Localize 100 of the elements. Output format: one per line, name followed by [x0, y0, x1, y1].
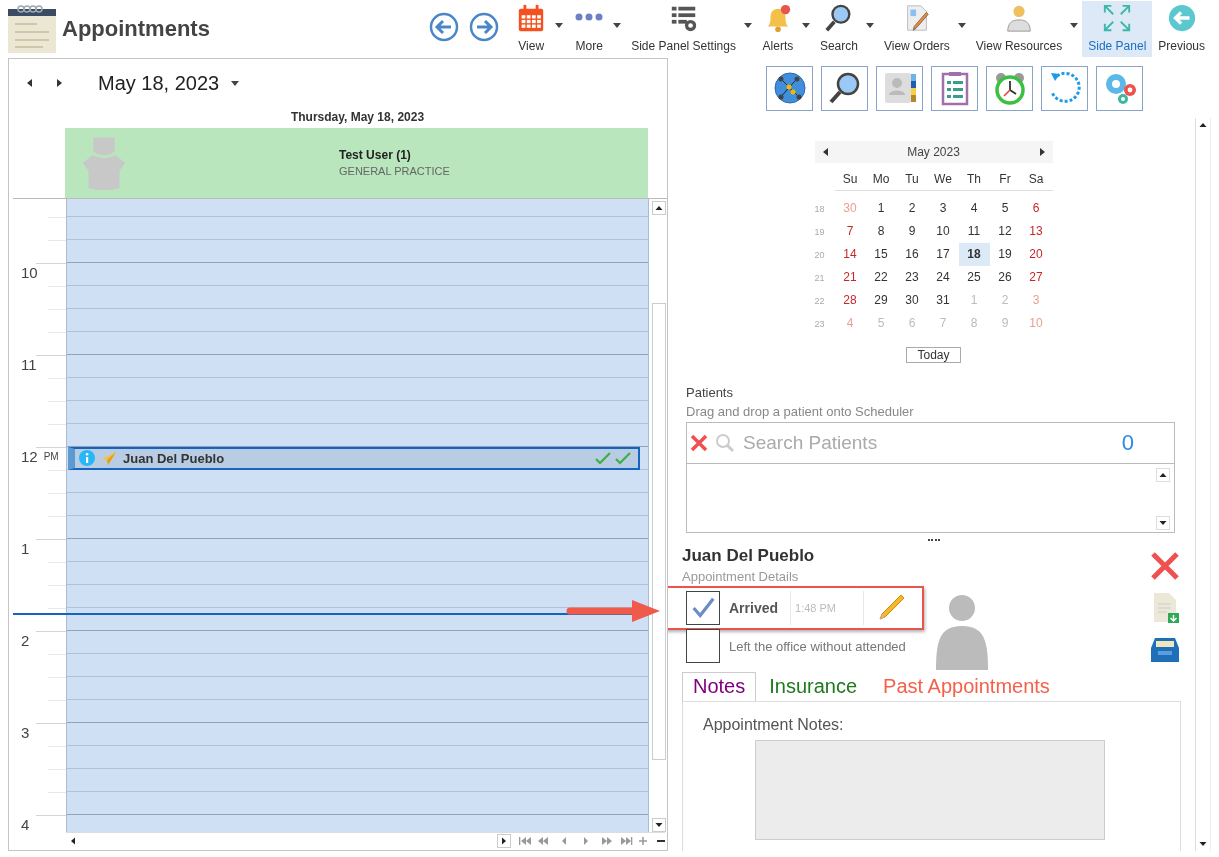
- tab[interactable]: Notes: [682, 672, 757, 701]
- month-label: May 2023: [906, 145, 961, 159]
- calendar-day[interactable]: 27: [1020, 266, 1052, 289]
- result-count: 0: [1121, 430, 1134, 456]
- scroll-thumb[interactable]: [651, 302, 666, 760]
- tab[interactable]: Insurance: [756, 672, 871, 701]
- caret-icon[interactable]: [555, 22, 564, 28]
- caret-icon[interactable]: [801, 22, 810, 28]
- toolbar-button[interactable]: Previous: [1152, 1, 1211, 57]
- toolbar-button[interactable]: Alerts: [755, 1, 800, 57]
- calendar-day[interactable]: 10: [927, 220, 959, 243]
- hour-label: 1: [21, 540, 30, 556]
- week-number: 21: [814, 272, 826, 283]
- caret-icon[interactable]: [743, 22, 752, 28]
- toolbar-button[interactable]: Search: [813, 1, 864, 57]
- search-field[interactable]: Search Patients 0: [686, 422, 1175, 464]
- scrollbar[interactable]: [1195, 118, 1211, 851]
- settings-button[interactable]: [1096, 65, 1143, 111]
- calendar-day[interactable]: 21: [834, 266, 866, 289]
- calendar-day[interactable]: 13: [1020, 220, 1052, 243]
- scroll-up-button[interactable]: [1156, 468, 1170, 482]
- notes-label: Appointment Notes:: [703, 716, 845, 734]
- alarm-clock-button[interactable]: [986, 65, 1033, 111]
- scroll-down-button[interactable]: [651, 817, 666, 832]
- calendar-day[interactable]: 3: [927, 197, 959, 220]
- today-button[interactable]: Today: [906, 347, 961, 363]
- caret-icon[interactable]: [231, 80, 240, 86]
- previous-day-button[interactable]: [27, 79, 32, 88]
- toolbar-button[interactable]: View Resources: [969, 1, 1069, 57]
- calendar-day[interactable]: 6: [1020, 197, 1052, 220]
- checkbox-label: Left the office without attended: [729, 638, 906, 654]
- appointment[interactable]: Juan Del Pueblo: [68, 446, 640, 470]
- splitter-handle[interactable]: [927, 539, 940, 541]
- checkbox[interactable]: [686, 591, 720, 625]
- previous-month-button[interactable]: [822, 148, 828, 156]
- search-button[interactable]: [821, 65, 868, 111]
- calendar-day[interactable]: 5: [989, 197, 1021, 220]
- calendar-day[interactable]: 31: [927, 289, 959, 312]
- notes-field[interactable]: [755, 740, 1105, 840]
- clipboard-button[interactable]: [931, 65, 978, 111]
- time-column[interactable]: [66, 538, 649, 631]
- search-input[interactable]: Search Patients: [741, 431, 1122, 455]
- calendar-day[interactable]: 4: [958, 197, 990, 220]
- caret-icon[interactable]: [957, 22, 966, 28]
- next-day-button[interactable]: [57, 79, 62, 88]
- calendar-day[interactable]: 14: [834, 243, 866, 266]
- calendar-day[interactable]: 15: [865, 243, 897, 266]
- scroll-right-button[interactable]: [497, 834, 511, 849]
- calendar-day[interactable]: 30: [896, 289, 928, 312]
- toolbar-button[interactable]: Side Panel Settings: [625, 1, 742, 57]
- next-month-button[interactable]: [1039, 148, 1045, 156]
- weekday-label: Sa: [1027, 171, 1045, 186]
- calendar-day[interactable]: 17: [927, 243, 959, 266]
- calendar-day[interactable]: 9: [896, 220, 928, 243]
- hour-label: 4: [21, 816, 30, 832]
- search-icon: [715, 433, 735, 453]
- hour-label: 11: [21, 356, 37, 372]
- contact-card-button[interactable]: [876, 65, 923, 111]
- hour-label: 2: [21, 632, 30, 648]
- caret-icon[interactable]: [613, 22, 622, 28]
- calendar-day[interactable]: 26: [989, 266, 1021, 289]
- calendar-day[interactable]: 25: [958, 266, 990, 289]
- checkbox[interactable]: [686, 629, 720, 663]
- calendar-day[interactable]: 2: [896, 197, 928, 220]
- calendar-day[interactable]: 8: [865, 220, 897, 243]
- calendar-day[interactable]: 16: [896, 243, 928, 266]
- close-icon[interactable]: [689, 433, 709, 453]
- calendar-day[interactable]: 28: [834, 289, 866, 312]
- calendar-day[interactable]: 23: [896, 266, 928, 289]
- calendar-day[interactable]: 11: [958, 220, 990, 243]
- refresh-button[interactable]: [1041, 65, 1088, 111]
- hour-label: 12 PM: [21, 448, 59, 464]
- delete-icon[interactable]: [1149, 550, 1181, 582]
- forward-button[interactable]: [469, 12, 500, 42]
- calendar-day[interactable]: 29: [865, 289, 897, 312]
- caret-icon[interactable]: [865, 22, 874, 28]
- toolbar-button[interactable]: View Orders: [877, 1, 956, 57]
- double-check-icon: [594, 450, 634, 467]
- calendar-day[interactable]: 7: [834, 220, 866, 243]
- network-globe-button[interactable]: [766, 65, 813, 111]
- back-button[interactable]: [429, 12, 460, 42]
- time-column[interactable]: Juan Del Pueblo: [66, 446, 649, 539]
- scroll-down-button[interactable]: [1156, 516, 1170, 530]
- toolbar-button[interactable]: View: [509, 1, 554, 57]
- scroll-up-button[interactable]: [651, 200, 666, 215]
- calendar-day[interactable]: 20: [1020, 243, 1052, 266]
- toolbar-button[interactable]: More: [567, 1, 612, 57]
- calendar-day[interactable]: 24: [927, 266, 959, 289]
- section-title: Patients: [686, 385, 734, 400]
- calendar-day[interactable]: 19: [989, 243, 1021, 266]
- calendar-day[interactable]: 12: [989, 220, 1021, 243]
- toolbar-button[interactable]: Side Panel: [1082, 1, 1153, 57]
- calendar-day[interactable]: 18: [958, 243, 990, 266]
- weekday-label: Fr: [998, 171, 1012, 186]
- calendar-day[interactable]: 1: [865, 197, 897, 220]
- resource-name: Test User (1): [339, 148, 412, 163]
- caret-icon[interactable]: [1070, 22, 1079, 28]
- scrollbar[interactable]: [651, 198, 666, 832]
- calendar-day[interactable]: 22: [865, 266, 897, 289]
- app-title: Appointments: [62, 16, 210, 42]
